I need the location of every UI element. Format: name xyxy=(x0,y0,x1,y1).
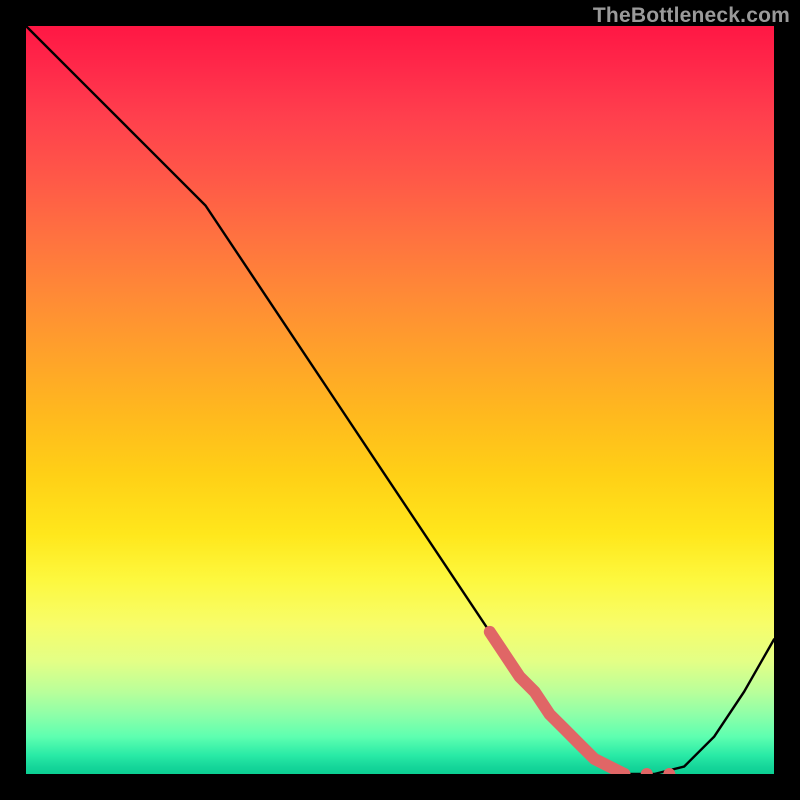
chart-frame: TheBottleneck.com xyxy=(0,0,800,800)
watermark-text: TheBottleneck.com xyxy=(593,4,790,28)
plot-area xyxy=(26,26,774,774)
highlight-segment xyxy=(490,632,625,774)
highlight-point xyxy=(641,768,653,774)
curve-layer xyxy=(26,26,774,774)
bottleneck-curve xyxy=(26,26,774,774)
highlight-points xyxy=(618,768,675,774)
